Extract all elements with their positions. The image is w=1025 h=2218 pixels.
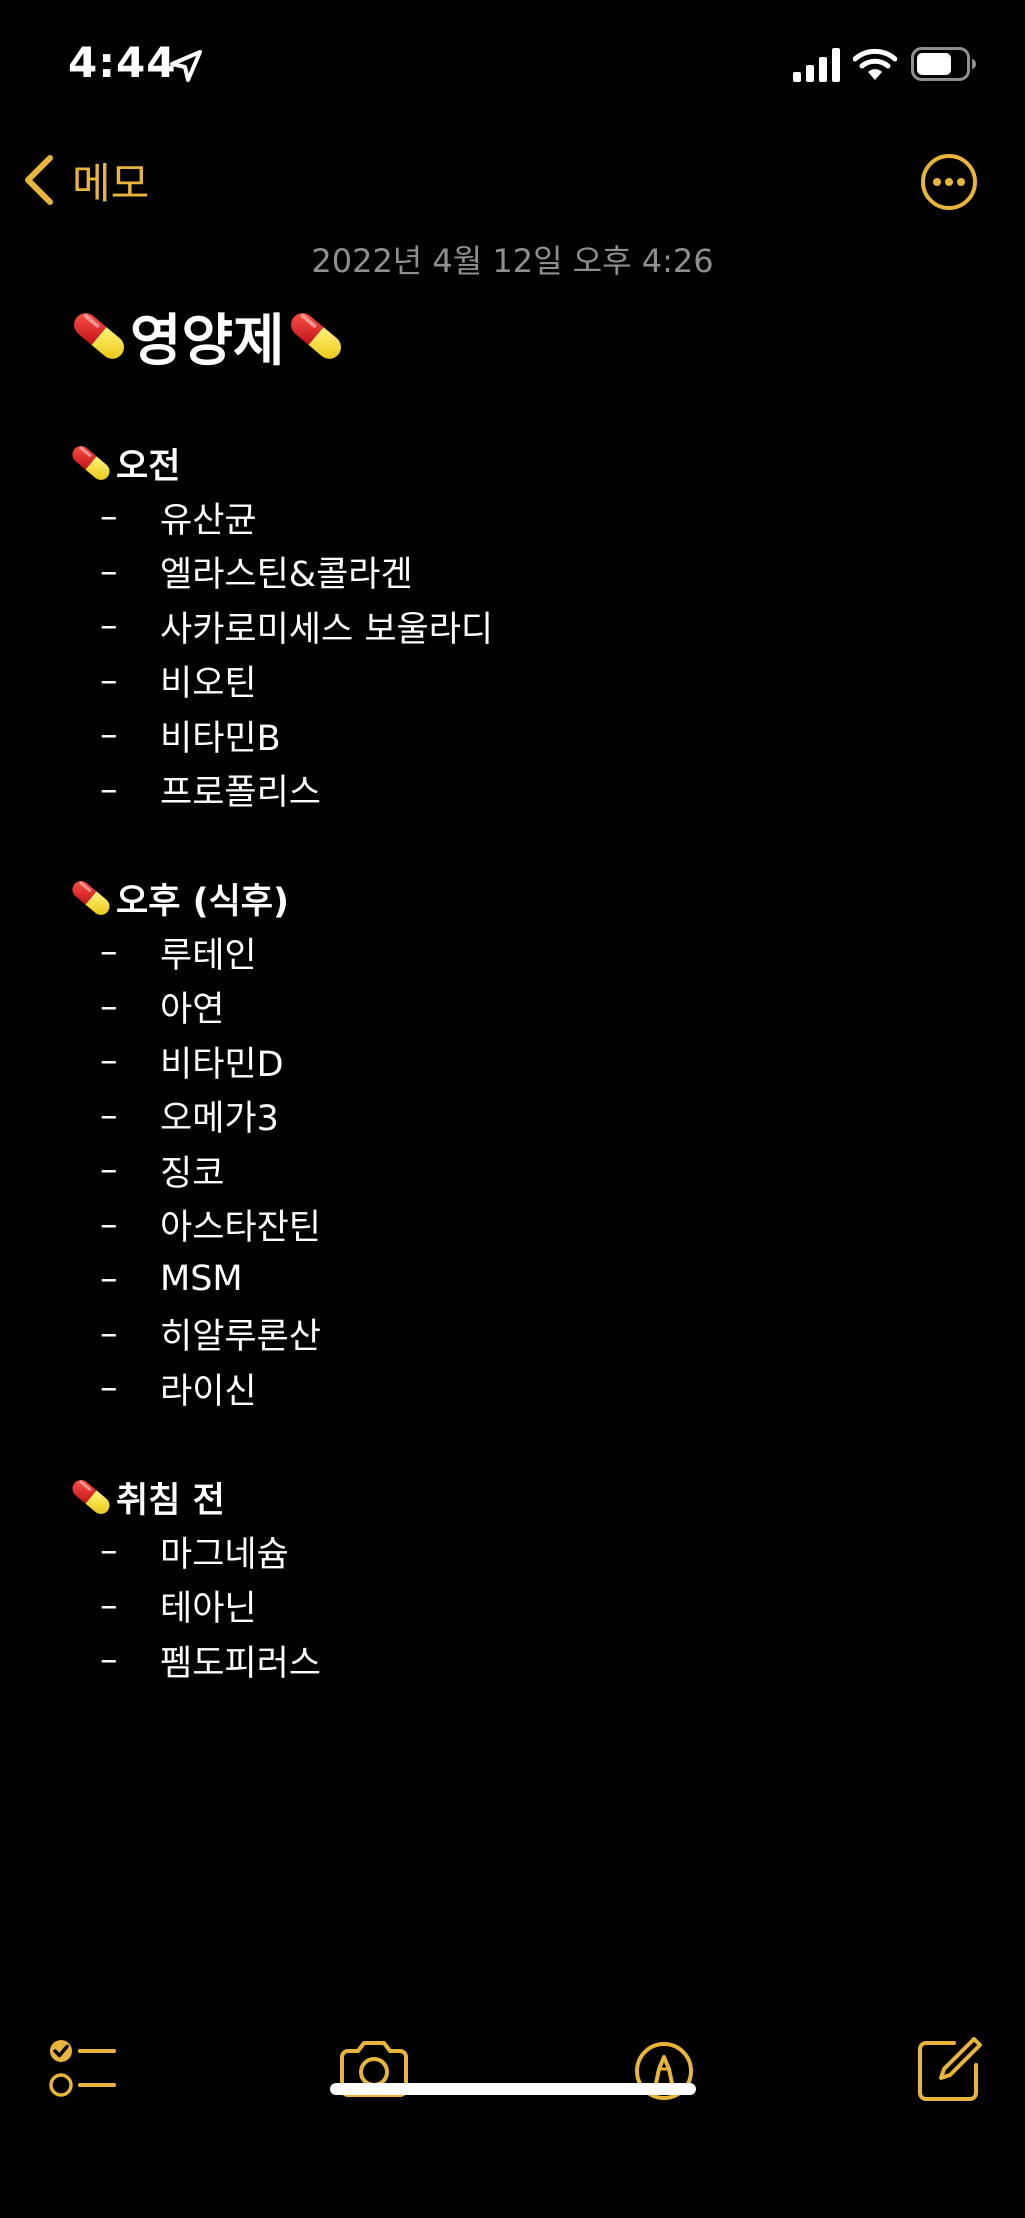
list-dash: – bbox=[100, 606, 118, 647]
list-item-text: 루테인 bbox=[160, 935, 257, 976]
list-item: – 사카로미세스 보울라디 bbox=[68, 599, 493, 654]
status-time: 4:44 bbox=[68, 38, 177, 87]
list-dash: – bbox=[100, 1259, 118, 1300]
list-item: – 오메가3 bbox=[68, 1089, 321, 1144]
list-item-text: 비오틴 bbox=[160, 664, 257, 705]
status-bar: 4:44 bbox=[0, 0, 1025, 130]
list-item-text: 아스타잔틴 bbox=[160, 1208, 322, 1249]
home-indicator[interactable] bbox=[330, 2083, 696, 2095]
list-item-text: 아연 bbox=[160, 990, 225, 1031]
section-afternoon[interactable]: 오후 (식후) – 루테인 – 아연 – 비타민D – 오메가3 – 징코 – 아스타잔틴 … bbox=[68, 871, 321, 1416]
list-item: – 테아닌 bbox=[68, 1579, 321, 1634]
list-item: – MSM bbox=[68, 1252, 321, 1307]
list-dash: – bbox=[100, 1368, 118, 1409]
list-item: – 유산균 bbox=[68, 490, 493, 545]
pill-icon bbox=[68, 305, 130, 367]
checklist-icon[interactable] bbox=[44, 2035, 124, 2105]
section-heading-text: 취침 전 bbox=[116, 1480, 225, 1521]
compose-icon[interactable] bbox=[908, 2035, 988, 2105]
pill-icon bbox=[68, 1474, 114, 1520]
section-bedtime[interactable]: 취침 전 – 마그네슘 – 테아닌 – 펨도피러스 bbox=[68, 1470, 321, 1688]
list-dash: – bbox=[100, 1585, 118, 1626]
list-dash: – bbox=[100, 660, 118, 701]
list-item: – 비오틴 bbox=[68, 654, 493, 709]
list-dash: – bbox=[100, 551, 118, 592]
list-dash: – bbox=[100, 1640, 118, 1681]
list-dash: – bbox=[100, 1150, 118, 1191]
list-item-text: 비타민D bbox=[160, 1044, 284, 1085]
list-item: – 아연 bbox=[68, 980, 321, 1035]
list-dash: – bbox=[100, 1531, 118, 1572]
list-item-text: 펨도피러스 bbox=[160, 1643, 322, 1684]
list-item: – 루테인 bbox=[68, 925, 321, 980]
section-heading-text: 오전 bbox=[116, 446, 181, 487]
section-heading: 오전 bbox=[68, 436, 493, 490]
supplement-list: – 마그네슘 – 테아닌 – 펨도피러스 bbox=[68, 1524, 321, 1688]
list-item-text: MSM bbox=[160, 1259, 243, 1300]
battery-icon bbox=[911, 47, 976, 81]
list-item-text: 라이신 bbox=[160, 1371, 257, 1412]
list-item-text: 테아닌 bbox=[160, 1589, 257, 1630]
list-item: – 아스타잔틴 bbox=[68, 1198, 321, 1253]
list-item: – 펨도피러스 bbox=[68, 1633, 321, 1688]
list-dash: – bbox=[100, 1313, 118, 1354]
note-title[interactable]: 영양제 bbox=[68, 296, 347, 376]
list-dash: – bbox=[100, 715, 118, 756]
list-item: – 히알루론산 bbox=[68, 1307, 321, 1362]
list-item: – 라이신 bbox=[68, 1361, 321, 1416]
list-item-text: 유산균 bbox=[160, 500, 257, 541]
supplement-list: – 루테인 – 아연 – 비타민D – 오메가3 – 징코 – 아스타잔틴 – MSM – 히알… bbox=[68, 925, 321, 1416]
section-heading: 취침 전 bbox=[68, 1470, 321, 1524]
section-morning[interactable]: 오전 – 유산균 – 엘라스틴&콜라겐 – 사카로미세스 보울라디 – 비오틴 – 비타민… bbox=[68, 436, 493, 817]
back-button-label: 메모 bbox=[72, 158, 150, 208]
list-item: – 프로폴리스 bbox=[68, 763, 493, 818]
list-item: – 징코 bbox=[68, 1143, 321, 1198]
pill-icon bbox=[285, 305, 347, 367]
list-item-text: 마그네슘 bbox=[160, 1534, 289, 1575]
list-dash: – bbox=[100, 986, 118, 1027]
section-heading-text: 오후 (식후) bbox=[116, 881, 289, 922]
list-item: – 엘라스틴&콜라겐 bbox=[68, 545, 493, 600]
supplement-list: – 유산균 – 엘라스틴&콜라겐 – 사카로미세스 보울라디 – 비오틴 – 비타민B –… bbox=[68, 490, 493, 817]
cellular-signal-icon bbox=[793, 48, 840, 82]
list-dash: – bbox=[100, 1204, 118, 1245]
list-dash: – bbox=[100, 932, 118, 973]
list-item-text: 프로폴리스 bbox=[160, 773, 322, 814]
pill-icon bbox=[68, 875, 114, 921]
list-item-text: 엘라스틴&콜라겐 bbox=[160, 555, 413, 596]
pill-icon bbox=[68, 440, 114, 486]
location-arrow-icon bbox=[170, 50, 202, 82]
list-item-text: 오메가3 bbox=[160, 1099, 279, 1140]
list-item-text: 징코 bbox=[160, 1153, 225, 1194]
list-dash: – bbox=[100, 769, 118, 810]
list-item: – 비타민B bbox=[68, 708, 493, 763]
note-title-text: 영양제 bbox=[130, 308, 285, 374]
list-dash: – bbox=[100, 497, 118, 538]
back-button[interactable]: 메모 bbox=[20, 150, 149, 210]
wifi-icon bbox=[853, 48, 897, 80]
list-item-text: 비타민B bbox=[160, 718, 281, 759]
note-date: 2022년 4월 12일 오후 4:26 bbox=[311, 242, 714, 280]
chevron-left-icon bbox=[25, 155, 53, 205]
ellipsis-circle-icon[interactable] bbox=[920, 153, 978, 211]
section-heading: 오후 (식후) bbox=[68, 871, 321, 925]
list-item-text: 사카로미세스 보울라디 bbox=[160, 609, 494, 650]
list-item-text: 히알루론산 bbox=[160, 1317, 322, 1358]
list-item: – 마그네슘 bbox=[68, 1524, 321, 1579]
list-item: – 비타민D bbox=[68, 1034, 321, 1089]
list-dash: – bbox=[100, 1095, 118, 1136]
list-dash: – bbox=[100, 1041, 118, 1082]
